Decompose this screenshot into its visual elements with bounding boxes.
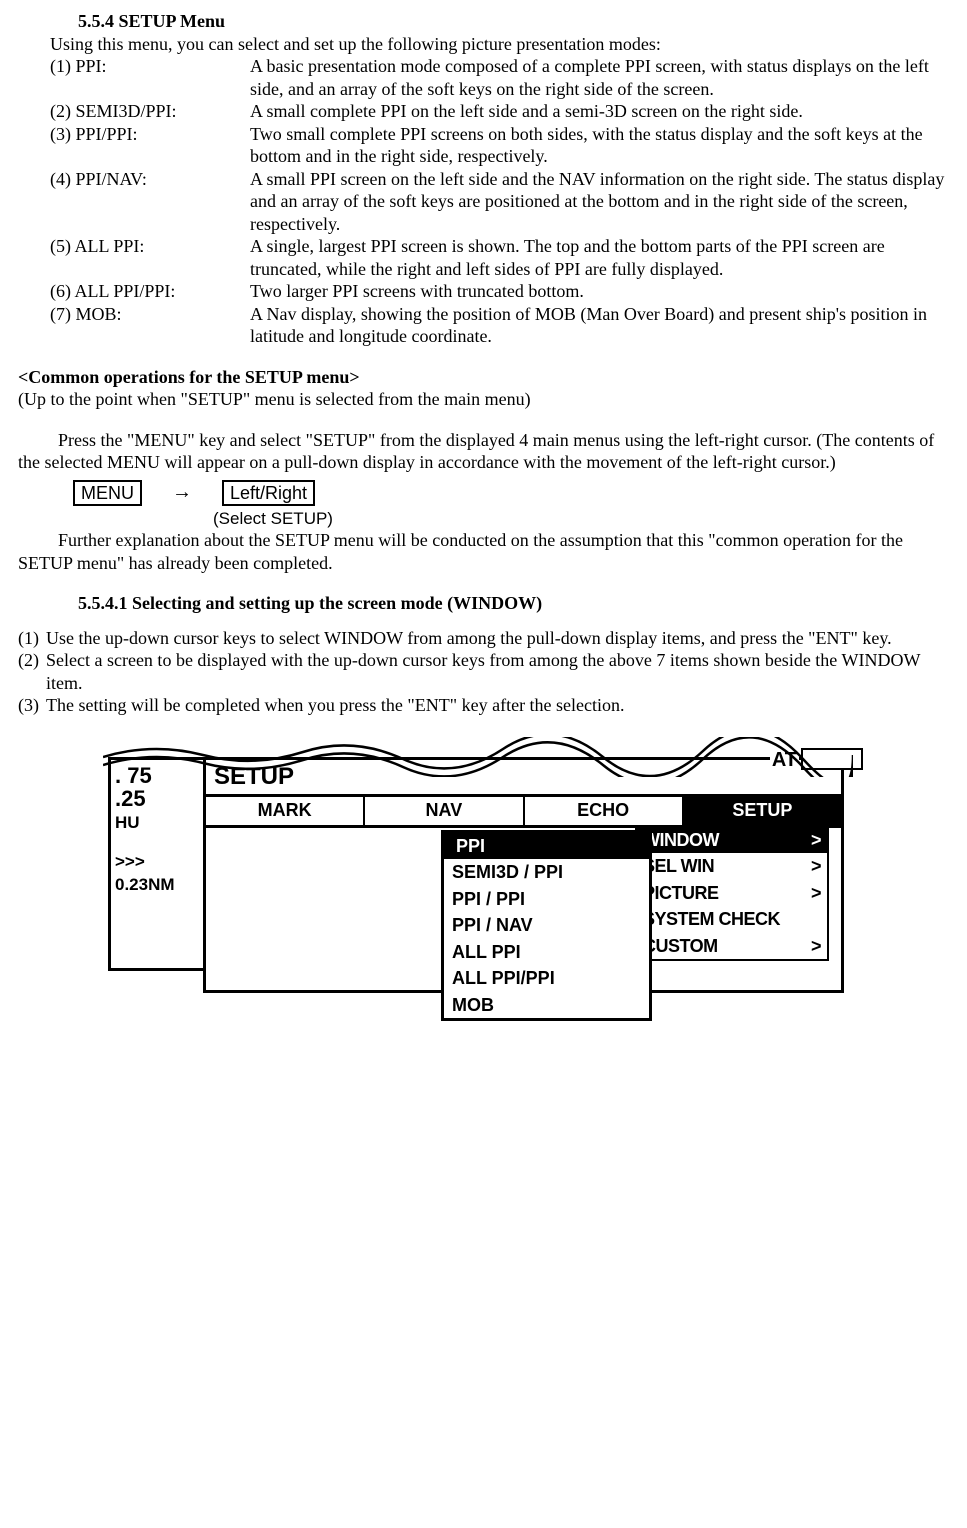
- window-submenu: PPI SEMI3D / PPI PPI / PPI PPI / NAV ALL…: [441, 830, 652, 1022]
- mode-value: HU: [115, 812, 210, 833]
- tab-nav[interactable]: NAV: [365, 797, 524, 825]
- arrow-icon: →: [172, 480, 192, 505]
- torn-edge-icon: [103, 737, 853, 777]
- select-setup-label: (Select SETUP): [213, 508, 949, 529]
- opt-mob[interactable]: MOB: [444, 992, 649, 1019]
- mode-term: (1) PPI:: [50, 55, 250, 100]
- mode-desc: Two small complete PPI screens on both s…: [250, 123, 949, 168]
- menu-custom[interactable]: CUSTOM>: [637, 933, 827, 960]
- mode-desc: A small PPI screen on the left side and …: [250, 168, 949, 236]
- section-intro: Using this menu, you can select and set …: [50, 33, 949, 56]
- menu-selwin[interactable]: SEL WIN>: [637, 853, 827, 880]
- common-p2: Further explanation about the SETUP menu…: [18, 529, 949, 574]
- subsection-heading: 5.5.4.1 Selecting and setting up the scr…: [78, 592, 949, 615]
- tab-setup[interactable]: SETUP: [684, 797, 841, 825]
- setup-menu: WINDOW> SEL WIN> PICTURE> SYSTEM CHECK C…: [635, 825, 829, 962]
- mode-term: (2) SEMI3D/PPI:: [50, 100, 250, 123]
- step-text: Select a screen to be displayed with the…: [46, 649, 949, 694]
- common-heading: <Common operations for the SETUP menu>: [18, 366, 949, 389]
- opt-allppi[interactable]: ALL PPI: [444, 939, 649, 966]
- steps-list: (1)Use the up-down cursor keys to select…: [18, 627, 949, 717]
- mode-desc: A small complete PPI on the left side an…: [250, 100, 949, 123]
- opt-ppi[interactable]: PPI: [444, 833, 649, 860]
- mode-desc: A basic presentation mode composed of a …: [250, 55, 949, 100]
- opt-ppinav[interactable]: PPI / NAV: [444, 912, 649, 939]
- menu-picture[interactable]: PICTURE>: [637, 880, 827, 907]
- opt-ppippi[interactable]: PPI / PPI: [444, 886, 649, 913]
- mode-desc: Two larger PPI screens with truncated bo…: [250, 280, 949, 303]
- ring-value: .25: [115, 787, 210, 810]
- mode-term: (7) MOB:: [50, 303, 250, 348]
- common-p1: Press the "MENU" key and select "SETUP" …: [18, 429, 949, 474]
- content-area: WINDOW> SEL WIN> PICTURE> SYSTEM CHECK C…: [206, 828, 841, 992]
- step-num: (1): [18, 627, 46, 650]
- distance-value: 0.23NM: [115, 874, 210, 895]
- opt-allppippi[interactable]: ALL PPI/PPI: [444, 965, 649, 992]
- leftright-key: Left/Right: [222, 480, 315, 507]
- mode-term: (5) ALL PPI:: [50, 235, 250, 280]
- mode-list: (1) PPI:A basic presentation mode compos…: [50, 55, 949, 348]
- tab-echo[interactable]: ECHO: [525, 797, 684, 825]
- menu-systemcheck[interactable]: SYSTEM CHECK: [637, 906, 827, 933]
- step-text: The setting will be completed when you p…: [46, 694, 949, 717]
- common-sub: (Up to the point when "SETUP" menu is se…: [18, 388, 949, 411]
- status-panel: . 75 .25 HU >>> 0.23NM: [108, 757, 214, 971]
- key-sequence: MENU → Left/Right: [73, 480, 949, 507]
- step-num: (2): [18, 649, 46, 694]
- menu-key: MENU: [73, 480, 142, 507]
- tab-bar: MARK NAV ECHO SETUP: [206, 797, 841, 828]
- step-num: (3): [18, 694, 46, 717]
- opt-semi3d[interactable]: SEMI3D / PPI: [444, 859, 649, 886]
- tab-mark[interactable]: MARK: [206, 797, 365, 825]
- mode-term: (3) PPI/PPI:: [50, 123, 250, 168]
- mode-term: (4) PPI/NAV:: [50, 168, 250, 236]
- step-text: Use the up-down cursor keys to select WI…: [46, 627, 949, 650]
- section-heading: 5.5.4 SETUP Menu: [78, 10, 949, 33]
- mode-term: (6) ALL PPI/PPI:: [50, 280, 250, 303]
- cursor-indicator: >>>: [115, 851, 210, 872]
- mode-desc: A Nav display, showing the position of M…: [250, 303, 949, 348]
- menu-window[interactable]: WINDOW>: [637, 827, 827, 854]
- mode-desc: A single, largest PPI screen is shown. T…: [250, 235, 949, 280]
- main-panel: SETUP AT MARK NAV ECHO SETUP WINDOW> SEL…: [203, 757, 844, 993]
